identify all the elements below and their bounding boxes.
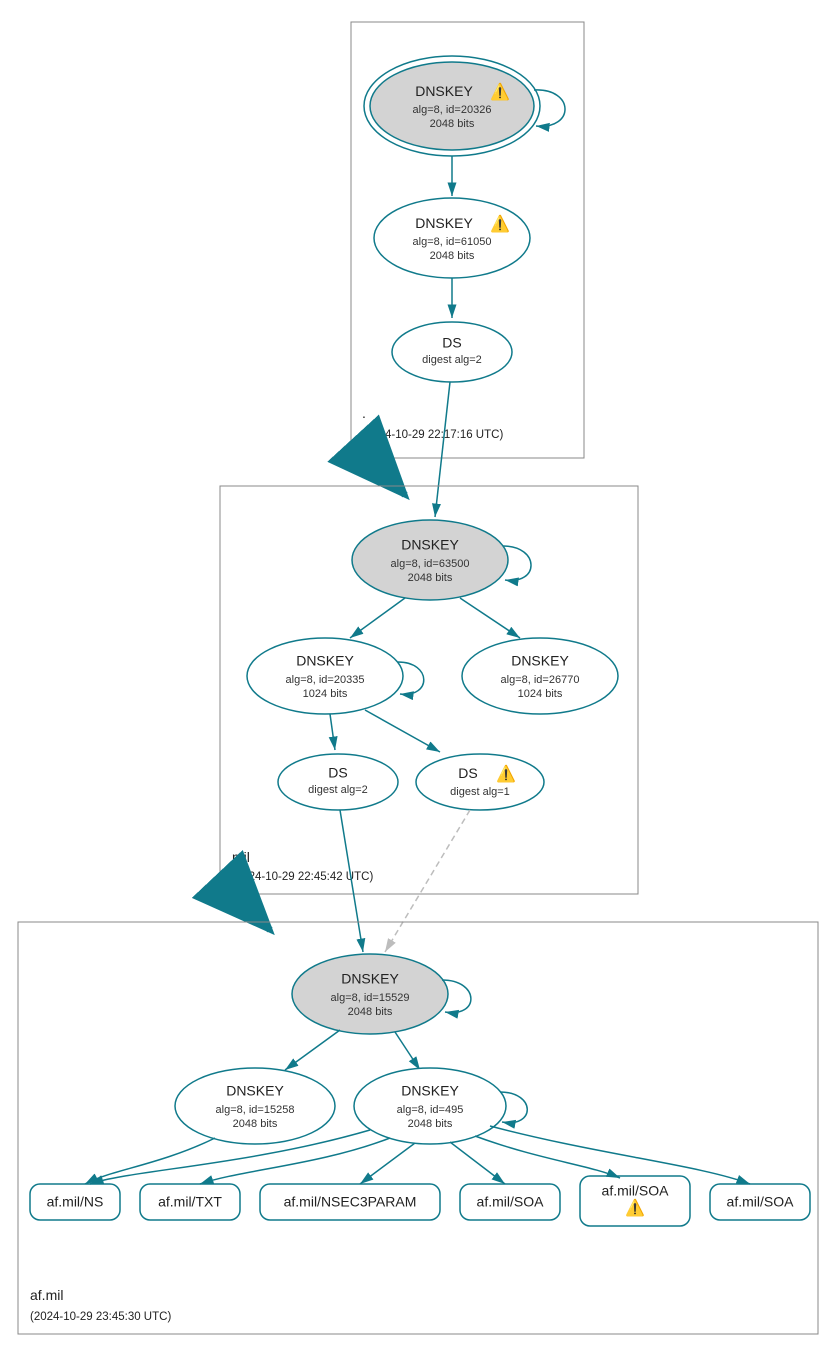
node-mil-ksk: DNSKEY alg=8, id=63500 2048 bits — [352, 520, 508, 600]
svg-text:DS: DS — [328, 765, 347, 781]
svg-text:DNSKEY: DNSKEY — [296, 653, 354, 669]
dnssec-graph: . (2024-10-29 22:17:16 UTC) DNSKEY ⚠️ al… — [0, 0, 835, 1354]
svg-text:2048 bits: 2048 bits — [430, 118, 475, 130]
zone-root: . (2024-10-29 22:17:16 UTC) DNSKEY ⚠️ al… — [351, 22, 584, 458]
zone-root-ts: (2024-10-29 22:17:16 UTC) — [362, 429, 503, 441]
svg-text:DNSKEY: DNSKEY — [401, 1083, 459, 1099]
svg-text:alg=8, id=63500: alg=8, id=63500 — [391, 558, 470, 570]
svg-text:af.mil/NSEC3PARAM: af.mil/NSEC3PARAM — [284, 1194, 417, 1210]
svg-text:af.mil/SOA: af.mil/SOA — [477, 1194, 545, 1210]
svg-text:digest alg=2: digest alg=2 — [308, 784, 368, 796]
svg-text:DNSKEY: DNSKEY — [341, 971, 399, 987]
svg-text:1024 bits: 1024 bits — [303, 688, 348, 700]
svg-text:DNSKEY: DNSKEY — [415, 215, 473, 231]
warning-icon: ⚠️ — [490, 214, 510, 233]
svg-text:DS: DS — [458, 765, 477, 781]
zone-afmil-name: af.mil — [30, 1287, 63, 1303]
svg-text:DNSKEY: DNSKEY — [226, 1083, 284, 1099]
svg-text:2048 bits: 2048 bits — [408, 572, 453, 584]
zone-mil: mil (2024-10-29 22:45:42 UTC) DNSKEY alg… — [220, 486, 638, 894]
svg-text:alg=8, id=20335: alg=8, id=20335 — [286, 674, 365, 686]
svg-text:af.mil/SOA: af.mil/SOA — [727, 1194, 795, 1210]
rrset-soa-2-warn: af.mil/SOA ⚠️ — [580, 1176, 690, 1226]
node-af-zsk2: DNSKEY alg=8, id=495 2048 bits — [354, 1068, 506, 1144]
warning-icon: ⚠️ — [496, 764, 516, 783]
node-af-ksk: DNSKEY alg=8, id=15529 2048 bits — [292, 954, 448, 1034]
svg-text:2048 bits: 2048 bits — [348, 1006, 393, 1018]
zone-afmil-ts: (2024-10-29 23:45:30 UTC) — [30, 1311, 171, 1323]
svg-text:alg=8, id=15258: alg=8, id=15258 — [216, 1104, 295, 1116]
node-mil-ds1: DS digest alg=2 — [278, 754, 398, 810]
warning-icon: ⚠️ — [490, 82, 510, 101]
node-root-ksk: DNSKEY ⚠️ alg=8, id=20326 2048 bits — [364, 56, 540, 156]
svg-text:1024 bits: 1024 bits — [518, 688, 563, 700]
node-af-zsk1: DNSKEY alg=8, id=15258 2048 bits — [175, 1068, 335, 1144]
svg-text:digest alg=2: digest alg=2 — [422, 354, 482, 366]
svg-text:alg=8, id=15529: alg=8, id=15529 — [331, 992, 410, 1004]
zone-delegation-arrow — [238, 896, 270, 930]
node-mil-zsk2: DNSKEY alg=8, id=26770 1024 bits — [462, 638, 618, 714]
zone-afmil: af.mil (2024-10-29 23:45:30 UTC) DNSKEY … — [18, 922, 818, 1334]
svg-text:DS: DS — [442, 335, 461, 351]
svg-text:alg=8, id=61050: alg=8, id=61050 — [413, 236, 492, 248]
svg-text:DNSKEY: DNSKEY — [415, 83, 473, 99]
svg-text:af.mil/NS: af.mil/NS — [47, 1194, 104, 1210]
zone-mil-name: mil — [232, 849, 250, 865]
rrset-soa-1: af.mil/SOA — [460, 1184, 560, 1220]
node-root-ds: DS digest alg=2 — [392, 322, 512, 382]
rrset-nsec3param: af.mil/NSEC3PARAM — [260, 1184, 440, 1220]
warning-icon: ⚠️ — [625, 1198, 645, 1217]
node-mil-zsk1: DNSKEY alg=8, id=20335 1024 bits — [247, 638, 403, 714]
zone-delegation-arrow — [373, 460, 405, 495]
svg-text:DNSKEY: DNSKEY — [401, 537, 459, 553]
node-root-zsk: DNSKEY ⚠️ alg=8, id=61050 2048 bits — [374, 198, 530, 278]
svg-text:alg=8, id=20326: alg=8, id=20326 — [413, 104, 492, 116]
svg-text:2048 bits: 2048 bits — [233, 1118, 278, 1130]
node-mil-ds2: DS ⚠️ digest alg=1 — [416, 754, 544, 810]
rrset-ns: af.mil/NS — [30, 1184, 120, 1220]
svg-text:af.mil/SOA: af.mil/SOA — [602, 1183, 670, 1199]
svg-text:alg=8, id=26770: alg=8, id=26770 — [501, 674, 580, 686]
svg-text:af.mil/TXT: af.mil/TXT — [158, 1194, 222, 1210]
svg-text:DNSKEY: DNSKEY — [511, 653, 569, 669]
rrset-txt: af.mil/TXT — [140, 1184, 240, 1220]
svg-text:2048 bits: 2048 bits — [408, 1118, 453, 1130]
svg-text:digest alg=1: digest alg=1 — [450, 786, 510, 798]
rrset-soa-3: af.mil/SOA — [710, 1184, 810, 1220]
svg-text:alg=8, id=495: alg=8, id=495 — [397, 1104, 464, 1116]
zone-root-name: . — [362, 405, 366, 421]
svg-text:2048 bits: 2048 bits — [430, 250, 475, 262]
